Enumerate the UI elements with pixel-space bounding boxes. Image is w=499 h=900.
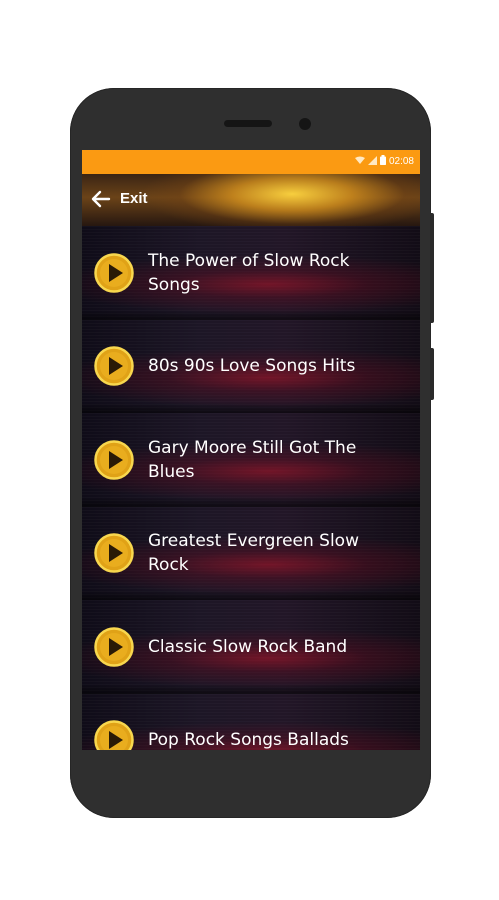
signal-icon [367,155,377,169]
song-title: Pop Rock Songs Ballads [148,730,349,750]
song-item[interactable]: Gary Moore Still Got The Blues [82,413,420,507]
status-bar: 02:08 [82,150,420,174]
battery-icon [379,155,386,169]
play-icon[interactable] [94,720,134,750]
app-title[interactable]: Exit [120,188,148,210]
song-title: The Power of Slow Rock Songs [148,250,350,295]
play-icon[interactable] [94,533,134,573]
status-icons: 02:08 [354,155,414,169]
song-title: Gary Moore Still Got The Blues [148,437,357,482]
app-screen: 02:08 Exit The Power of Slow Rock Songs … [82,150,420,750]
arrow-left-icon [88,186,114,212]
app-bar: Exit [82,174,420,226]
song-item[interactable]: The Power of Slow Rock Songs [82,226,420,320]
status-time: 02:08 [388,156,414,167]
back-button[interactable] [88,186,114,212]
song-title: Classic Slow Rock Band [148,636,348,657]
song-title: 80s 90s Love Songs Hits [148,356,356,377]
wifi-icon [354,155,365,169]
song-item[interactable]: 80s 90s Love Songs Hits [82,319,420,413]
play-icon[interactable] [94,627,134,667]
play-icon[interactable] [94,253,134,293]
song-item[interactable]: Greatest Evergreen Slow Rock [82,506,420,600]
phone-camera [299,118,311,130]
phone-frame: 02:08 Exit The Power of Slow Rock Songs … [70,88,434,818]
phone-volume-button [430,213,434,323]
song-item[interactable]: Pop Rock Songs Ballads [82,693,420,750]
phone-speaker [224,120,272,127]
song-title: Greatest Evergreen Slow Rock [148,531,359,576]
song-item[interactable]: Classic Slow Rock Band [82,600,420,694]
song-list: The Power of Slow Rock Songs 80s 90s Lov… [82,226,420,750]
play-icon[interactable] [94,440,134,480]
phone-power-button [430,348,434,400]
play-icon[interactable] [94,346,134,386]
page: 02:08 Exit The Power of Slow Rock Songs … [0,0,499,900]
